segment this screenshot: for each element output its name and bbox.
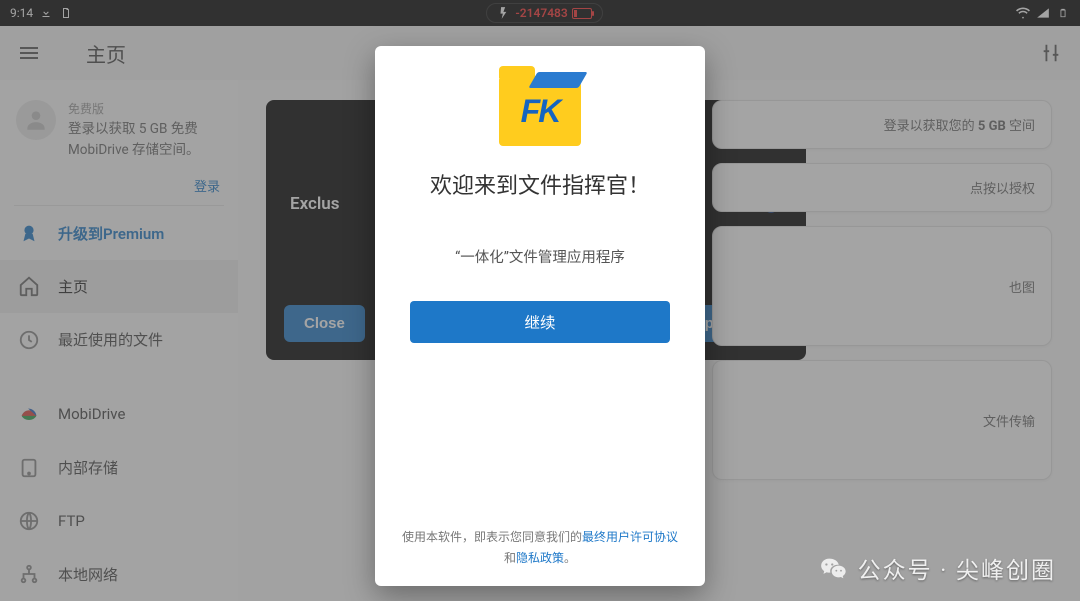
continue-button[interactable]: 继续 xyxy=(410,301,670,343)
modal-scrim[interactable]: FK 欢迎来到文件指挥官！ “一体化”文件管理应用程序 继续 使用本软件，即表示… xyxy=(0,0,1080,601)
welcome-modal: FK 欢迎来到文件指挥官！ “一体化”文件管理应用程序 继续 使用本软件，即表示… xyxy=(375,46,705,586)
legal-end: 。 xyxy=(564,551,576,565)
modal-subtitle-pre: “一体化” xyxy=(455,249,509,266)
modal-subtitle-post: 文件管理应用程序 xyxy=(509,249,625,266)
modal-title: 欢迎来到文件指挥官！ xyxy=(430,168,650,200)
app-logo-icon: FK xyxy=(499,76,581,146)
modal-subtitle: “一体化”文件管理应用程序 xyxy=(455,246,625,267)
watermark: 公众号 · 尖峰创圈 xyxy=(820,551,1056,585)
privacy-link[interactable]: 隐私政策 xyxy=(516,551,564,565)
wechat-icon xyxy=(820,554,848,582)
modal-legal: 使用本软件，即表示您同意我们的最终用户许可协议和隐私政策。 xyxy=(397,527,683,568)
legal-mid: 和 xyxy=(504,551,516,565)
legal-pre: 使用本软件，即表示您同意我们的 xyxy=(402,530,582,544)
watermark-text: 公众号 · 尖峰创圈 xyxy=(858,551,1056,585)
eula-link[interactable]: 最终用户许可协议 xyxy=(582,530,678,544)
